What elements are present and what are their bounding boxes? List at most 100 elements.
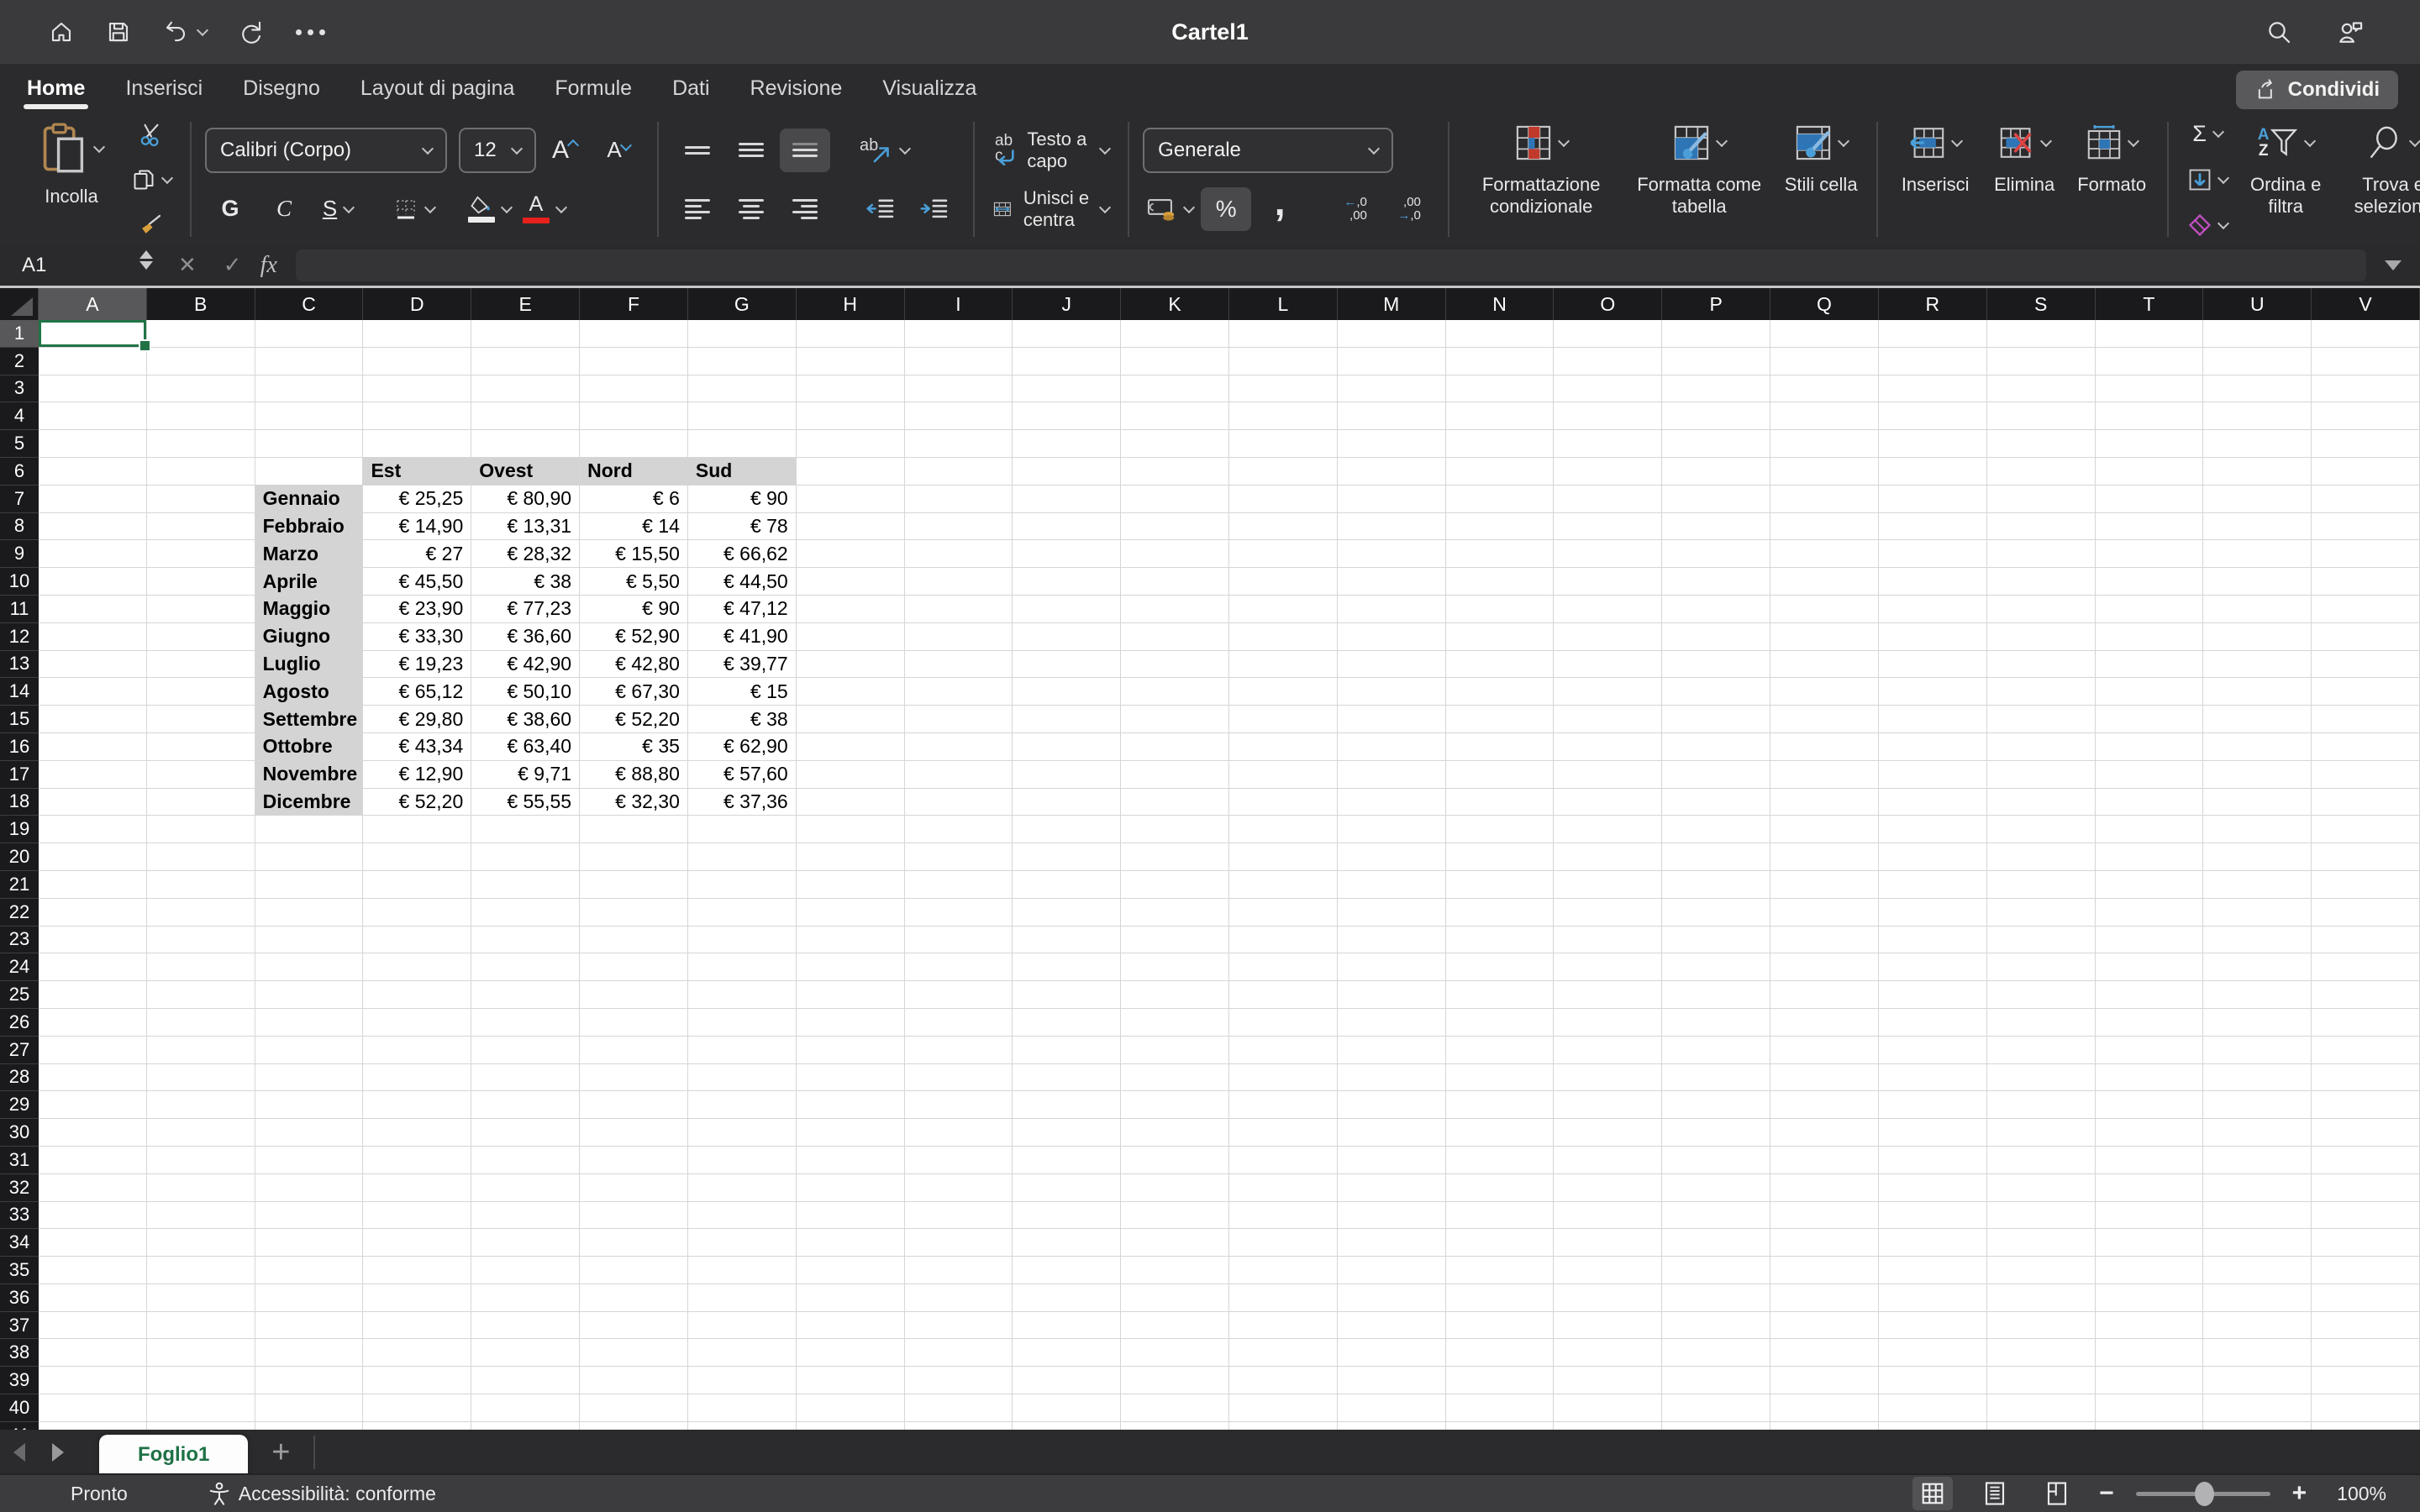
cell-F24[interactable] xyxy=(580,953,688,981)
cell-C14[interactable]: Agosto xyxy=(255,678,364,706)
cell-C17[interactable]: Novembre xyxy=(255,761,364,789)
cell-N28[interactable] xyxy=(1446,1064,1555,1092)
cell-V34[interactable] xyxy=(2312,1229,2420,1257)
decrease-font-button[interactable]: A xyxy=(593,129,644,172)
cell-G25[interactable] xyxy=(688,981,797,1009)
cell-D17[interactable]: € 12,90 xyxy=(363,761,471,789)
cell-B19[interactable] xyxy=(147,816,255,843)
cell-U22[interactable] xyxy=(2203,899,2312,927)
cell-C25[interactable] xyxy=(255,981,364,1009)
cell-F17[interactable]: € 88,80 xyxy=(580,761,688,789)
align-top-button[interactable] xyxy=(672,129,723,172)
cell-T10[interactable] xyxy=(2096,568,2204,596)
cell-K12[interactable] xyxy=(1121,623,1229,651)
cell-O16[interactable] xyxy=(1554,733,1662,761)
cell-B37[interactable] xyxy=(147,1312,255,1340)
cell-A6[interactable] xyxy=(39,458,147,486)
cell-N22[interactable] xyxy=(1446,899,1555,927)
cell-C27[interactable] xyxy=(255,1037,364,1064)
cell-P26[interactable] xyxy=(1662,1009,1770,1037)
cell-O17[interactable] xyxy=(1554,761,1662,789)
cell-V7[interactable] xyxy=(2312,486,2420,513)
cell-E31[interactable] xyxy=(471,1147,580,1174)
cell-J12[interactable] xyxy=(1013,623,1121,651)
cell-C10[interactable]: Aprile xyxy=(255,568,364,596)
cell-H16[interactable] xyxy=(797,733,905,761)
cell-E19[interactable] xyxy=(471,816,580,843)
cell-V2[interactable] xyxy=(2312,348,2420,375)
cell-O35[interactable] xyxy=(1554,1257,1662,1284)
cell-V23[interactable] xyxy=(2312,927,2420,954)
cell-D19[interactable] xyxy=(363,816,471,843)
cell-L16[interactable] xyxy=(1229,733,1338,761)
cell-F23[interactable] xyxy=(580,927,688,954)
cell-Q9[interactable] xyxy=(1770,540,1879,568)
cell-I16[interactable] xyxy=(905,733,1013,761)
cell-T8[interactable] xyxy=(2096,513,2204,541)
cell-O37[interactable] xyxy=(1554,1312,1662,1340)
cell-D37[interactable] xyxy=(363,1312,471,1340)
cell-S18[interactable] xyxy=(1987,789,2096,816)
cell-V40[interactable] xyxy=(2312,1394,2420,1422)
row-header-11[interactable]: 11 xyxy=(0,596,39,623)
cell-B16[interactable] xyxy=(147,733,255,761)
cell-V32[interactable] xyxy=(2312,1174,2420,1202)
cell-U36[interactable] xyxy=(2203,1284,2312,1312)
cell-K6[interactable] xyxy=(1121,458,1229,486)
cell-B39[interactable] xyxy=(147,1367,255,1394)
cell-L33[interactable] xyxy=(1229,1202,1338,1230)
cell-R24[interactable] xyxy=(1879,953,1987,981)
cell-B14[interactable] xyxy=(147,678,255,706)
currency-format-button[interactable] xyxy=(1143,187,1197,231)
cell-E26[interactable] xyxy=(471,1009,580,1037)
cell-F37[interactable] xyxy=(580,1312,688,1340)
cell-P7[interactable] xyxy=(1662,486,1770,513)
cell-M19[interactable] xyxy=(1338,816,1446,843)
cell-I32[interactable] xyxy=(905,1174,1013,1202)
column-header-E[interactable]: E xyxy=(471,288,580,320)
cell-M10[interactable] xyxy=(1338,568,1446,596)
cell-N29[interactable] xyxy=(1446,1091,1555,1119)
cell-L6[interactable] xyxy=(1229,458,1338,486)
cell-U2[interactable] xyxy=(2203,348,2312,375)
zoom-level[interactable]: 100% xyxy=(2337,1483,2386,1505)
cell-P6[interactable] xyxy=(1662,458,1770,486)
increase-font-button[interactable]: A xyxy=(539,129,590,172)
cell-S28[interactable] xyxy=(1987,1064,2096,1092)
cell-M41[interactable] xyxy=(1338,1422,1446,1430)
cell-P19[interactable] xyxy=(1662,816,1770,843)
cell-H34[interactable] xyxy=(797,1229,905,1257)
cell-H25[interactable] xyxy=(797,981,905,1009)
cell-U1[interactable] xyxy=(2203,320,2312,348)
cell-F29[interactable] xyxy=(580,1091,688,1119)
cell-Q34[interactable] xyxy=(1770,1229,1879,1257)
cell-F19[interactable] xyxy=(580,816,688,843)
cell-P13[interactable] xyxy=(1662,651,1770,679)
cell-E41[interactable] xyxy=(471,1422,580,1430)
cell-I30[interactable] xyxy=(905,1119,1013,1147)
cell-T4[interactable] xyxy=(2096,402,2204,430)
cell-O21[interactable] xyxy=(1554,871,1662,899)
cell-E6[interactable]: Ovest xyxy=(471,458,580,486)
cell-H4[interactable] xyxy=(797,402,905,430)
cell-P24[interactable] xyxy=(1662,953,1770,981)
column-header-F[interactable]: F xyxy=(580,288,688,320)
cell-F28[interactable] xyxy=(580,1064,688,1092)
cell-S10[interactable] xyxy=(1987,568,2096,596)
cell-V39[interactable] xyxy=(2312,1367,2420,1394)
row-header-24[interactable]: 24 xyxy=(0,953,39,981)
cell-G12[interactable]: € 41,90 xyxy=(688,623,797,651)
column-header-D[interactable]: D xyxy=(363,288,471,320)
cell-B20[interactable] xyxy=(147,843,255,871)
delete-cells-button[interactable]: Elimina xyxy=(1984,113,2065,245)
cell-S41[interactable] xyxy=(1987,1422,2096,1430)
cell-A30[interactable] xyxy=(39,1119,147,1147)
cell-M8[interactable] xyxy=(1338,513,1446,541)
column-header-T[interactable]: T xyxy=(2096,288,2204,320)
cell-Q32[interactable] xyxy=(1770,1174,1879,1202)
cell-F15[interactable]: € 52,20 xyxy=(580,706,688,733)
row-header-29[interactable]: 29 xyxy=(0,1091,39,1119)
cell-U18[interactable] xyxy=(2203,789,2312,816)
tab-formule[interactable]: Formule xyxy=(534,64,652,113)
cell-U4[interactable] xyxy=(2203,402,2312,430)
